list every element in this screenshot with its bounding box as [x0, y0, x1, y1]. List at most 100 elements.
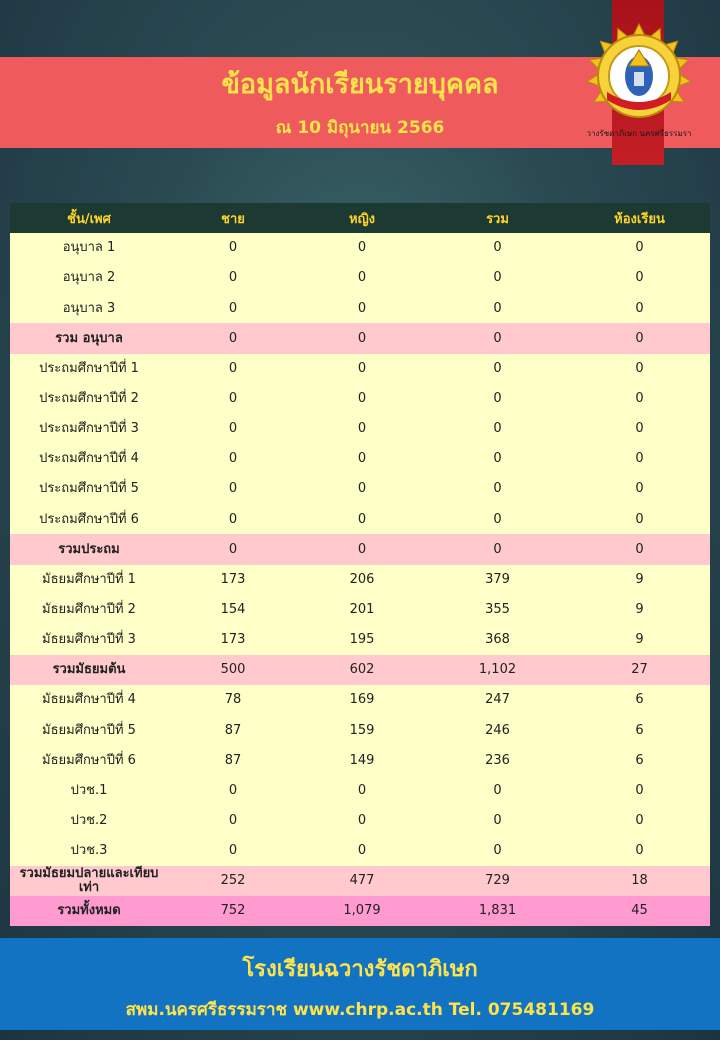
table-cell: 6 [569, 715, 710, 746]
table-cell: 0 [298, 413, 426, 444]
table-cell: 355 [426, 594, 569, 625]
subtotal-row: รวม อนุบาล 0 0 0 0 [10, 323, 710, 354]
table-cell: 6 [569, 745, 710, 776]
row-label: ปวช.1 [10, 775, 168, 806]
column-header: ห้องเรียน [569, 203, 710, 233]
table-cell: 0 [426, 835, 569, 866]
table-row: ประถมศึกษาปีที่ 10000 [10, 353, 710, 384]
table-cell: 149 [298, 745, 426, 776]
table-cell: 0 [168, 233, 298, 264]
table-cell: 0 [426, 413, 569, 444]
table-cell: 9 [569, 594, 710, 625]
table-row: อนุบาล 10000 [10, 233, 710, 264]
table-cell: 0 [569, 805, 710, 836]
table-cell: 0 [168, 835, 298, 866]
column-header: ชั้น/เพศ [10, 203, 168, 233]
table-cell: 201 [298, 594, 426, 625]
table-cell: 477 [298, 865, 426, 897]
total-row: รวมทั้งหมด 752 1,079 1,831 45 [10, 896, 710, 927]
table-cell: 169 [298, 685, 426, 716]
table-cell: 0 [298, 775, 426, 806]
row-label: อนุบาล 1 [10, 233, 168, 264]
table-cell: 729 [426, 865, 569, 897]
row-label: มัธยมศึกษาปีที่ 5 [10, 715, 168, 746]
row-label: รวมประถม [10, 534, 168, 565]
table-cell: 0 [426, 293, 569, 324]
table-cell: 500 [168, 654, 298, 686]
table-cell: 0 [168, 413, 298, 444]
table-cell: 0 [569, 383, 710, 414]
table-cell: 0 [298, 233, 426, 264]
row-label: มัธยมศึกษาปีที่ 1 [10, 564, 168, 595]
table-cell: 0 [426, 805, 569, 836]
column-header: รวม [426, 203, 569, 233]
table-cell: 0 [426, 474, 569, 505]
row-label: ประถมศึกษาปีที่ 2 [10, 383, 168, 414]
table-cell: 173 [168, 624, 298, 655]
table-cell: 0 [298, 293, 426, 324]
table-row: ปวช.2 0 0 0 0 [10, 805, 710, 836]
row-label: ประถมศึกษาปีที่ 1 [10, 353, 168, 384]
table-cell: 9 [569, 564, 710, 595]
table-cell: 45 [569, 896, 710, 927]
table-row: มัธยมศึกษาปีที่ 5 87 159 246 6 [10, 715, 710, 746]
table-cell: 0 [298, 835, 426, 866]
table-cell: 1,102 [426, 654, 569, 686]
table-cell: 0 [569, 413, 710, 444]
row-label: ประถมศึกษาปีที่ 6 [10, 504, 168, 535]
table-header-row: ชั้น/เพศ ชาย หญิง รวม ห้องเรียน [10, 203, 710, 233]
table-cell: 252 [168, 865, 298, 897]
row-label: มัธยมศึกษาปีที่ 6 [10, 745, 168, 776]
table-row: ปวช.3 0 0 0 0 [10, 835, 710, 866]
row-label: รวมทั้งหมด [10, 896, 168, 927]
table-row: อนุบาล 30000 [10, 293, 710, 324]
table-row: มัธยมศึกษาปีที่ 6 87 149 236 6 [10, 745, 710, 776]
table-cell: 0 [426, 775, 569, 806]
row-label: อนุบาล 3 [10, 293, 168, 324]
subtotal-row: รวมมัธยมต้น 500 602 1,102 27 [10, 654, 710, 686]
table-cell: 368 [426, 624, 569, 655]
table-row: มัธยมศึกษาปีที่ 1 173 206 379 9 [10, 564, 710, 595]
table-row: มัธยมศึกษาปีที่ 4 78 169 247 6 [10, 685, 710, 716]
table-row: อนุบาล 20000 [10, 263, 710, 294]
subtotal-row: รวมมัธยมปลายและเทียบเท่า 252 477 729 18 [10, 865, 710, 897]
table-cell: 206 [298, 564, 426, 595]
table-cell: 0 [569, 353, 710, 384]
table-row: ประถมศึกษาปีที่ 20000 [10, 383, 710, 414]
student-table-container: ชั้น/เพศ ชาย หญิง รวม ห้องเรียน อนุบาล 10000… [10, 203, 710, 927]
table-cell: 6 [569, 685, 710, 716]
table-cell: 0 [569, 233, 710, 264]
table-cell: 602 [298, 654, 426, 686]
table-cell: 0 [298, 805, 426, 836]
page-title: ข้อมูลนักเรียนรายบุคคล [221, 69, 499, 100]
table-cell: 0 [426, 263, 569, 294]
table-cell: 0 [298, 504, 426, 535]
row-label: มัธยมศึกษาปีที่ 3 [10, 624, 168, 655]
table-cell: 0 [168, 474, 298, 505]
table-cell: 0 [298, 534, 426, 565]
table-cell: 78 [168, 685, 298, 716]
table-cell: 0 [426, 443, 569, 475]
table-row: ปวช.1 0 0 0 0 [10, 775, 710, 806]
table-cell: 0 [298, 263, 426, 294]
table-row: ประถมศึกษาปีที่ 60000 [10, 504, 710, 535]
table-cell: 0 [569, 474, 710, 505]
table-cell: 0 [168, 534, 298, 565]
school-name: โรงเรียนฉวางรัชดาภิเษก [242, 957, 478, 982]
table-cell: 154 [168, 594, 298, 625]
table-cell: 0 [569, 323, 710, 354]
table-row: ประถมศึกษาปีที่ 40000 [10, 443, 710, 475]
table-cell: 0 [168, 504, 298, 535]
row-label: ปวช.2 [10, 805, 168, 836]
table-cell: 87 [168, 745, 298, 776]
row-label: รวมมัธยมปลายและเทียบเท่า [10, 865, 168, 897]
table-cell: 0 [426, 534, 569, 565]
table-cell: 0 [569, 443, 710, 475]
table-cell: 0 [168, 323, 298, 354]
table-cell: 379 [426, 564, 569, 595]
table-cell: 87 [168, 715, 298, 746]
table-cell: 752 [168, 896, 298, 927]
row-label: ประถมศึกษาปีที่ 5 [10, 474, 168, 505]
table-cell: 0 [168, 443, 298, 475]
table-cell: 0 [298, 443, 426, 475]
